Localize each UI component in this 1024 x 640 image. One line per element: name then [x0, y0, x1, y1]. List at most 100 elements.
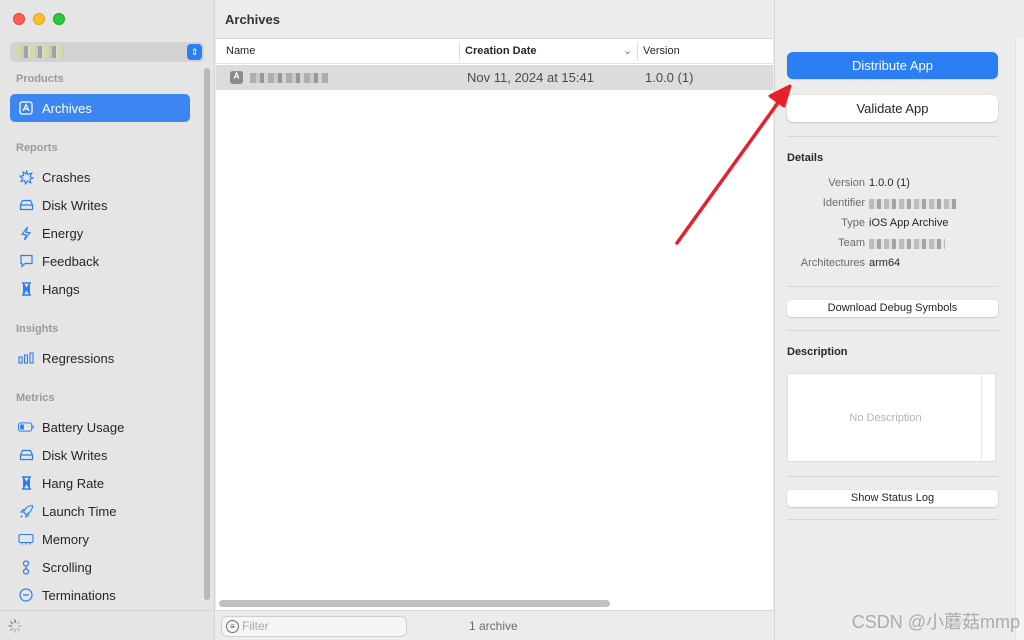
filter-field[interactable]: ≡ Filter [221, 616, 407, 637]
download-debug-symbols-button[interactable]: Download Debug Symbols [787, 300, 998, 317]
watermark: CSDN @小蘑菇mmp [851, 612, 1020, 632]
description-scrollbar[interactable] [981, 374, 995, 461]
sidebar-item-label: Memory [42, 531, 89, 547]
zoom-window-button[interactable] [53, 13, 65, 25]
archive-count: 1 archive [469, 619, 518, 633]
detail-architectures: Architectures arm64 [787, 257, 998, 271]
sidebar-item-hang-rate[interactable]: Hang Rate [10, 469, 190, 497]
column-header-version[interactable]: Version [643, 45, 680, 57]
sidebar-item-archives[interactable]: Archives [10, 94, 190, 122]
sidebar-item-label: Disk Writes [42, 197, 108, 213]
redacted-team [869, 239, 945, 249]
inspector-panel: Distribute App Validate App Details Vers… [774, 0, 1024, 640]
column-divider[interactable] [459, 42, 460, 60]
validate-app-button[interactable]: Validate App [787, 95, 998, 122]
detail-key: Identifier [822, 197, 865, 209]
sidebar-footer [0, 610, 215, 640]
minimize-window-button[interactable] [33, 13, 45, 25]
sidebar-item-label: Scrolling [42, 559, 92, 575]
close-window-button[interactable] [13, 13, 25, 25]
detail-type: Type iOS App Archive [787, 217, 998, 231]
sidebar: ⇕ Products Archives Reports Crashes Disk… [0, 0, 215, 640]
distribute-app-button[interactable]: Distribute App [787, 52, 998, 79]
sidebar-item-launch-time[interactable]: Launch Time [10, 497, 190, 525]
divider [787, 330, 998, 331]
table-header: Name Creation Date ⌄ Version [216, 39, 773, 64]
sidebar-item-label: Feedback [42, 253, 100, 269]
section-header-products: Products [16, 73, 64, 85]
list-footer: ≡ Filter 1 archive [216, 610, 773, 640]
redacted-identifier [869, 199, 957, 209]
product-selector[interactable]: ⇕ [10, 42, 204, 62]
row-creation-date: Nov 11, 2024 at 15:41 [467, 70, 594, 85]
table-row[interactable]: Nov 11, 2024 at 15:41 1.0.0 (1) [216, 65, 773, 90]
sidebar-item-memory[interactable]: Memory [10, 525, 190, 553]
detail-identifier: Identifier [787, 197, 998, 211]
sidebar-item-label: Hang Rate [42, 475, 105, 491]
section-header-insights: Insights [16, 323, 59, 335]
detail-key: Type [841, 217, 865, 229]
description-heading: Description [787, 346, 848, 358]
archives-pane: Archives Name Creation Date ⌄ Version No… [216, 0, 773, 640]
app-archive-icon [230, 71, 243, 84]
termination-icon [18, 587, 34, 603]
horizontal-scrollbar[interactable] [219, 600, 610, 607]
crash-burst-icon [18, 169, 34, 185]
sidebar-scrollbar[interactable] [204, 68, 210, 600]
chevron-updown-icon[interactable]: ⇕ [187, 44, 202, 60]
sidebar-item-label: Energy [42, 225, 84, 241]
memory-chip-icon [18, 531, 34, 547]
sidebar-item-energy[interactable]: Energy [10, 219, 190, 247]
disk-icon [18, 197, 34, 213]
sort-descending-icon[interactable]: ⌄ [623, 44, 632, 57]
sidebar-item-scrolling[interactable]: Scrolling [10, 553, 190, 581]
divider [787, 519, 998, 520]
sidebar-item-regressions[interactable]: Regressions [10, 344, 190, 372]
bolt-icon [18, 225, 34, 241]
filter-icon: ≡ [226, 620, 239, 633]
sidebar-item-label: Crashes [42, 169, 91, 185]
sidebar-item-battery-usage[interactable]: Battery Usage [10, 413, 190, 441]
divider [787, 476, 998, 477]
sidebar-item-label: Regressions [42, 350, 115, 366]
battery-icon [18, 419, 34, 435]
sidebar-item-terminations[interactable]: Terminations [10, 581, 190, 609]
sidebar-item-metrics-disk-writes[interactable]: Disk Writes [10, 441, 190, 469]
sidebar-item-label: Disk Writes [42, 447, 108, 463]
sidebar-item-label: Battery Usage [42, 419, 125, 435]
detail-key: Version [828, 177, 865, 189]
divider [787, 136, 998, 137]
detail-key: Architectures [800, 257, 865, 269]
redacted-archive-name [250, 73, 328, 83]
show-status-log-button[interactable]: Show Status Log [787, 490, 998, 507]
divider [787, 286, 998, 287]
disk-icon [18, 447, 34, 463]
archive-box-icon [18, 100, 34, 116]
sidebar-item-disk-writes[interactable]: Disk Writes [10, 191, 190, 219]
sidebar-item-feedback[interactable]: Feedback [10, 247, 190, 275]
speech-bubble-icon [18, 253, 34, 269]
sidebar-item-crashes[interactable]: Crashes [10, 163, 190, 191]
sidebar-item-label: Launch Time [42, 503, 117, 519]
sidebar-item-label: Archives [42, 100, 92, 116]
window-controls [13, 13, 65, 25]
filter-placeholder: Filter [242, 619, 269, 633]
hourglass-icon [18, 475, 34, 491]
sidebar-item-hangs[interactable]: Hangs [10, 275, 190, 303]
detail-value: iOS App Archive [869, 217, 949, 229]
description-textarea[interactable]: No Description [787, 373, 996, 462]
row-version: 1.0.0 (1) [645, 70, 694, 85]
rocket-icon [18, 503, 34, 519]
detail-value: arm64 [869, 257, 901, 269]
detail-team: Team [787, 237, 998, 251]
sidebar-item-label: Hangs [42, 281, 80, 297]
detail-key: Team [838, 237, 865, 249]
inspector-scrollbar[interactable] [1015, 38, 1024, 640]
section-header-reports: Reports [16, 142, 58, 154]
column-header-name[interactable]: Name [226, 45, 255, 57]
column-divider[interactable] [637, 42, 638, 60]
loading-spinner-icon [8, 619, 22, 633]
bar-chart-icon [18, 350, 34, 366]
column-header-creation-date[interactable]: Creation Date [465, 45, 537, 57]
details-heading: Details [787, 152, 824, 164]
